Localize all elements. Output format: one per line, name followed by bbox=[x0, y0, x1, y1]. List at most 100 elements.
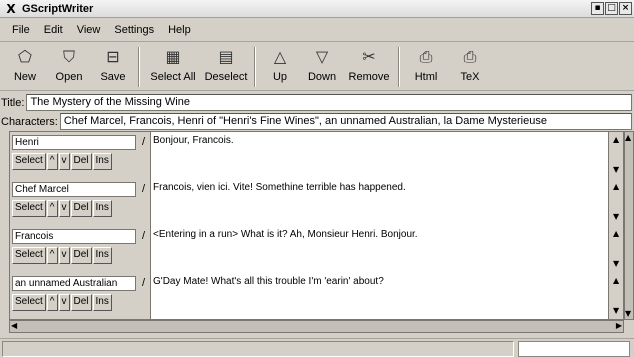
delete-button[interactable]: Del bbox=[70, 200, 92, 217]
characters-input[interactable]: Chef Marcel, Francois, Henri of "Henri's… bbox=[59, 113, 632, 130]
scroll-right-icon[interactable]: ▶ bbox=[616, 321, 622, 330]
line-scrollbar[interactable]: ▲ ▼ bbox=[608, 179, 623, 226]
delete-button[interactable]: Del bbox=[70, 247, 92, 264]
insert-button[interactable]: Ins bbox=[92, 247, 112, 264]
up-button[interactable]: △ Up bbox=[260, 43, 300, 89]
character-dropdown-icon[interactable]: / bbox=[138, 135, 149, 150]
line-buttons: Select ^ v Del Ins bbox=[12, 200, 112, 217]
delete-button[interactable]: Del bbox=[70, 153, 92, 170]
menu-edit[interactable]: Edit bbox=[44, 24, 63, 36]
dialog-text[interactable]: G'Day Mate! What's all this trouble I'm … bbox=[150, 273, 608, 319]
status-field bbox=[518, 341, 630, 357]
select-button[interactable]: Select bbox=[12, 247, 46, 264]
select-all-icon: ▦ bbox=[165, 47, 181, 66]
insert-button[interactable]: Ins bbox=[92, 294, 112, 311]
vertical-scrollbar[interactable]: ▲ ▼ bbox=[624, 131, 634, 320]
menu-bar: File Edit View Settings Help bbox=[0, 18, 634, 42]
character-combo[interactable]: Henri bbox=[12, 135, 136, 150]
status-message bbox=[2, 341, 514, 357]
toolbar-separator bbox=[398, 47, 400, 87]
move-down-button[interactable]: v bbox=[58, 200, 70, 217]
scroll-down-icon: ▼ bbox=[613, 165, 620, 174]
html-button[interactable]: ⎙ Html bbox=[404, 43, 448, 89]
menu-help[interactable]: Help bbox=[168, 24, 191, 36]
scroll-down-icon: ▼ bbox=[613, 259, 620, 268]
open-button[interactable]: ⛉ Open bbox=[46, 43, 92, 89]
tex-button[interactable]: ⎙ TeX bbox=[448, 43, 492, 89]
delete-button[interactable]: Del bbox=[70, 294, 92, 311]
scroll-down-icon[interactable]: ▼ bbox=[625, 309, 631, 318]
move-up-button[interactable]: ^ bbox=[46, 153, 58, 170]
insert-button[interactable]: Ins bbox=[92, 200, 112, 217]
up-arrow-icon: △ bbox=[273, 47, 287, 66]
line-controls: Chef Marcel / Select ^ v Del Ins bbox=[10, 179, 150, 226]
title-row: Title: The Mystery of the Missing Wine bbox=[0, 93, 634, 112]
dialog-text[interactable]: Francois, vien ici. Vite! Somethine terr… bbox=[150, 179, 608, 226]
horizontal-scrollbar[interactable]: ◀ ▶ bbox=[9, 320, 624, 333]
new-button[interactable]: ⬠ New bbox=[4, 43, 46, 89]
move-down-button[interactable]: v bbox=[58, 294, 70, 311]
line-controls: Henri / Select ^ v Del Ins bbox=[10, 132, 150, 179]
line-buttons: Select ^ v Del Ins bbox=[12, 247, 112, 264]
dialog-text[interactable]: Bonjour, Francois. bbox=[150, 132, 608, 179]
toolbar-separator bbox=[254, 47, 256, 87]
character-combo[interactable]: Chef Marcel bbox=[12, 182, 136, 197]
select-button[interactable]: Select bbox=[12, 153, 46, 170]
character-dropdown-icon[interactable]: / bbox=[138, 182, 149, 197]
window-controls: ▪ □ × bbox=[591, 2, 632, 15]
minimize-icon[interactable]: ▪ bbox=[591, 2, 604, 15]
title-label: Title: bbox=[1, 96, 25, 109]
printer-icon: ⎙ bbox=[419, 47, 433, 66]
save-icon: ⊟ bbox=[106, 47, 120, 66]
characters-row: Characters: Chef Marcel, Francois, Henri… bbox=[0, 112, 634, 131]
character-dropdown-icon[interactable]: / bbox=[138, 229, 149, 244]
list-item: Henri / Select ^ v Del Ins Bonjour, Fran… bbox=[10, 132, 623, 179]
status-bar bbox=[0, 338, 634, 358]
select-button[interactable]: Select bbox=[12, 294, 46, 311]
x-window-icon: X bbox=[6, 1, 16, 16]
list-item: an unnamed Australian / Select ^ v Del I… bbox=[10, 273, 623, 319]
menu-settings[interactable]: Settings bbox=[114, 24, 154, 36]
character-dropdown-icon[interactable]: / bbox=[138, 276, 149, 291]
down-button[interactable]: ▽ Down bbox=[300, 43, 344, 89]
move-up-button[interactable]: ^ bbox=[46, 247, 58, 264]
line-scrollbar[interactable]: ▲ ▼ bbox=[608, 226, 623, 273]
scroll-up-icon: ▲ bbox=[613, 276, 620, 285]
close-icon[interactable]: × bbox=[619, 2, 632, 15]
list-item: Chef Marcel / Select ^ v Del Ins Francoi… bbox=[10, 179, 623, 226]
insert-button[interactable]: Ins bbox=[92, 153, 112, 170]
toolbar: ⬠ New ⛉ Open ⊟ Save ▦ Select All ▤ Desel… bbox=[0, 43, 634, 91]
line-controls: Francois / Select ^ v Del Ins bbox=[10, 226, 150, 273]
title-bar: X GScriptWriter ▪ □ × bbox=[0, 0, 634, 18]
menu-file[interactable]: File bbox=[12, 24, 30, 36]
scroll-left-icon[interactable]: ◀ bbox=[11, 321, 17, 330]
title-input[interactable]: The Mystery of the Missing Wine bbox=[26, 94, 632, 111]
save-button[interactable]: ⊟ Save bbox=[92, 43, 134, 89]
character-combo[interactable]: Francois bbox=[12, 229, 136, 244]
line-controls: an unnamed Australian / Select ^ v Del I… bbox=[10, 273, 150, 319]
open-icon: ⛉ bbox=[62, 47, 75, 66]
select-button[interactable]: Select bbox=[12, 200, 46, 217]
scissors-icon: ✂ bbox=[362, 47, 376, 66]
menu-view[interactable]: View bbox=[77, 24, 101, 36]
scroll-down-icon: ▼ bbox=[613, 306, 620, 315]
character-combo[interactable]: an unnamed Australian bbox=[12, 276, 136, 291]
deselect-button[interactable]: ▤ Deselect bbox=[202, 43, 250, 89]
maximize-icon[interactable]: □ bbox=[605, 2, 618, 15]
scroll-up-icon: ▲ bbox=[613, 229, 620, 238]
scroll-up-icon: ▲ bbox=[613, 182, 620, 191]
move-up-button[interactable]: ^ bbox=[46, 200, 58, 217]
line-scrollbar[interactable]: ▲ ▼ bbox=[608, 132, 623, 179]
new-icon: ⬠ bbox=[18, 47, 32, 66]
dialog-text[interactable]: <Entering in a run> What is it? Ah, Mons… bbox=[150, 226, 608, 273]
scroll-down-icon: ▼ bbox=[613, 212, 620, 221]
move-down-button[interactable]: v bbox=[58, 247, 70, 264]
move-up-button[interactable]: ^ bbox=[46, 294, 58, 311]
scroll-up-icon[interactable]: ▲ bbox=[625, 133, 631, 142]
move-down-button[interactable]: v bbox=[58, 153, 70, 170]
line-scrollbar[interactable]: ▲ ▼ bbox=[608, 273, 623, 319]
select-all-button[interactable]: ▦ Select All bbox=[144, 43, 202, 89]
printer-icon: ⎙ bbox=[463, 47, 477, 66]
remove-button[interactable]: ✂ Remove bbox=[344, 43, 394, 89]
characters-label: Characters: bbox=[1, 115, 58, 128]
